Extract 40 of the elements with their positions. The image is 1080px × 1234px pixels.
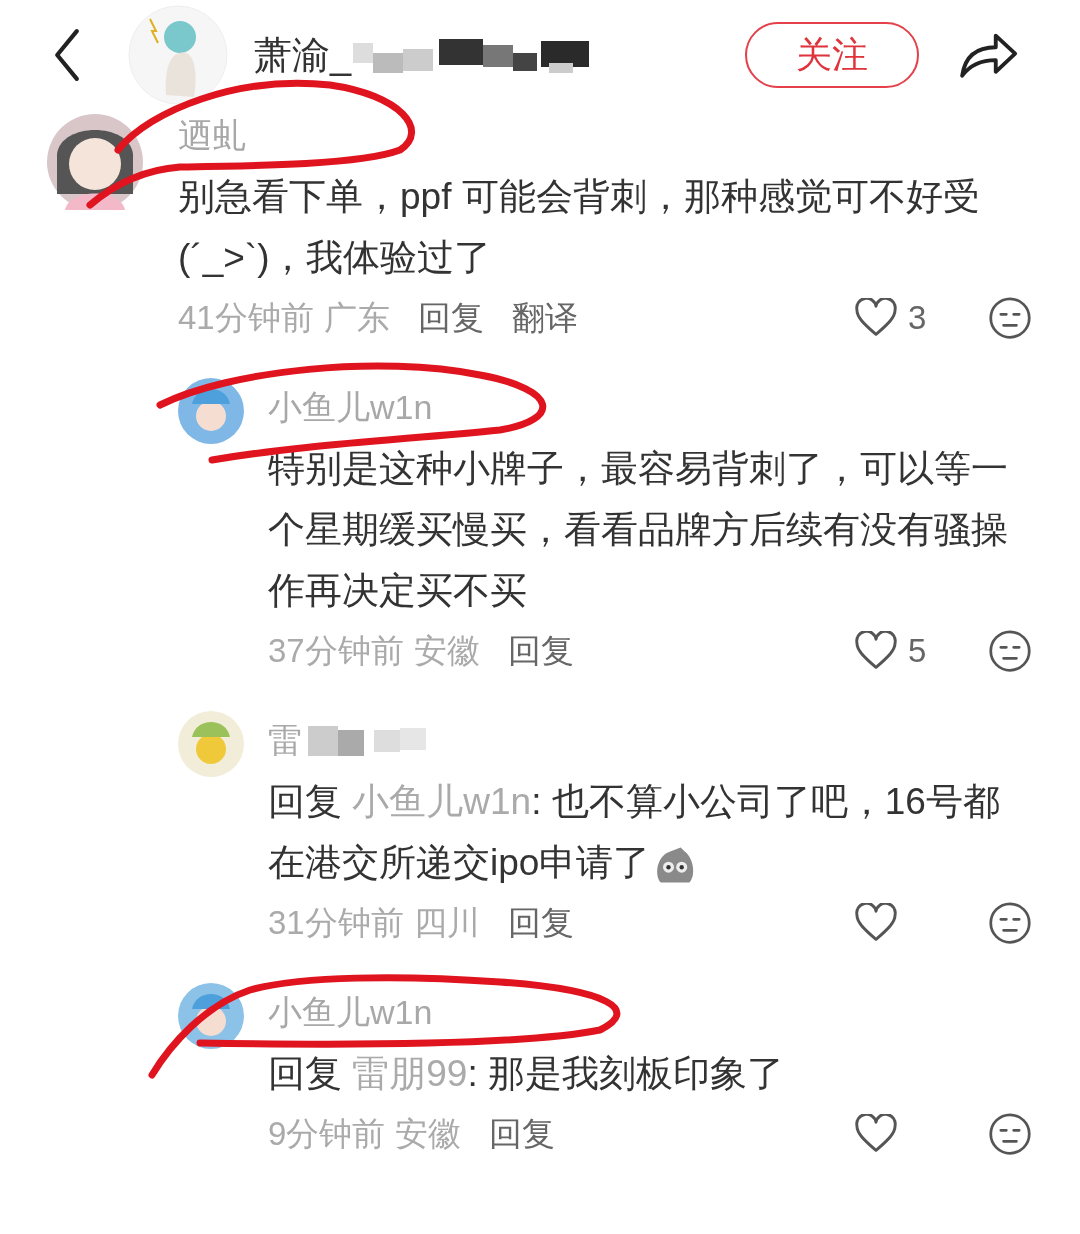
comment-location: 四川	[413, 902, 480, 943]
comment-time: 31分钟前	[268, 902, 404, 943]
author-name[interactable]: 萧渝_	[254, 29, 352, 81]
follow-button[interactable]: 关注	[745, 22, 920, 88]
reply-link[interactable]: 回复	[417, 295, 484, 341]
reply-link[interactable]: 翻译	[511, 295, 578, 341]
mention-link[interactable]: 小鱼儿w1n	[352, 781, 532, 822]
comment-time: 41分钟前	[178, 297, 314, 338]
avatar[interactable]	[178, 378, 244, 444]
heart-icon[interactable]	[854, 903, 898, 943]
avatar[interactable]	[128, 5, 228, 105]
comment-time: 37分钟前	[268, 630, 404, 671]
mention-link[interactable]: 雷朋99	[352, 1053, 468, 1094]
like-count: 3	[908, 299, 927, 337]
author-name[interactable]: 雷	[268, 715, 302, 765]
reply-link[interactable]: 回复	[507, 900, 574, 946]
comment-location: 安徽	[395, 1113, 462, 1154]
avatar[interactable]	[178, 983, 244, 1049]
reply-link[interactable]: 回复	[507, 628, 574, 674]
heart-icon[interactable]	[854, 1114, 898, 1154]
heart-icon[interactable]	[854, 631, 898, 671]
comment-text: 特别是这种小牌子，最容易背刺了，可以等一个星期缓买慢买，看看品牌方后续有没有骚操作再决定买不买	[268, 447, 1009, 613]
face-icon[interactable]	[988, 296, 1032, 340]
avatar[interactable]	[47, 114, 143, 210]
face-icon[interactable]	[988, 1112, 1032, 1156]
face-icon[interactable]	[988, 901, 1032, 945]
face-icon[interactable]	[988, 629, 1032, 673]
author-name[interactable]: 小鱼儿w1n	[268, 382, 433, 432]
comment-text: 回复 小鱼儿w1n: 也不算小公司了吧，16号都在港交所递交ipo申请了	[268, 771, 1032, 893]
comment-text: 回复 雷朋99: 那是我刻板印象了	[268, 1052, 785, 1096]
author-name[interactable]: 小鱼儿w1n	[268, 987, 433, 1037]
back-icon[interactable]	[52, 27, 82, 83]
comment-time: 9分钟前	[268, 1113, 386, 1154]
comment-text: 别急看下单，ppf 可能会背刺，那种感觉可不好受(´_>`)，我体验过了	[178, 175, 981, 280]
reply-link[interactable]: 回复	[489, 1111, 556, 1157]
author-name[interactable]: 迺虬	[178, 110, 246, 160]
comment-location: 广东	[323, 297, 390, 338]
heart-icon[interactable]	[854, 298, 898, 338]
comment-location: 安徽	[413, 630, 480, 671]
like-count: 5	[908, 632, 927, 670]
